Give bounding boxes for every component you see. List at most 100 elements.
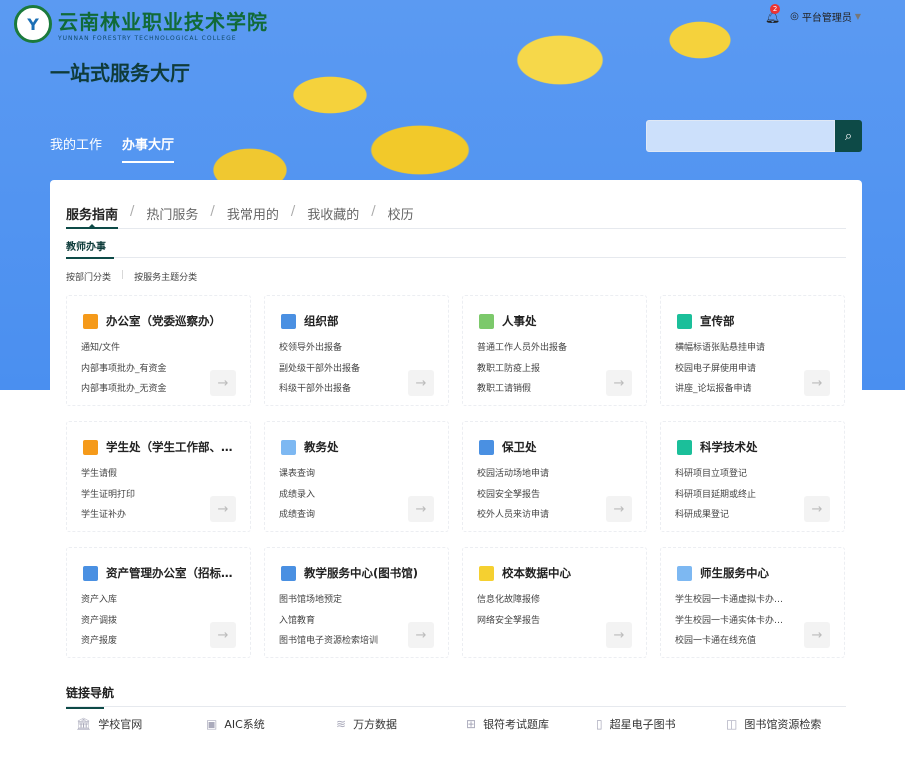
- service-link[interactable]: 图书馆电子资源检索培训: [279, 631, 394, 652]
- department-name[interactable]: 办公室（党委巡察办）: [106, 313, 221, 329]
- department-name[interactable]: 宣传部: [700, 313, 735, 329]
- department-name[interactable]: 组织部: [304, 313, 339, 329]
- department-card: 保卫处校园活动场地申请 校园安全孥报告 校外人员来访申请 →: [462, 421, 647, 532]
- service-link[interactable]: 资产调拨: [81, 611, 196, 632]
- more-arrow-button[interactable]: →: [606, 622, 632, 648]
- more-arrow-button[interactable]: →: [210, 496, 236, 522]
- service-link[interactable]: 信息化故障报修: [477, 590, 592, 611]
- monitor-icon: [83, 565, 98, 581]
- more-arrow-button[interactable]: →: [804, 622, 830, 648]
- chevron-down-icon: ▼: [854, 12, 861, 21]
- service-link[interactable]: 校园电子屏使用申请: [675, 359, 790, 380]
- service-link[interactable]: 讲座_论坛报备申请: [675, 379, 790, 400]
- department-name[interactable]: 校本数据中心: [502, 565, 571, 581]
- user-menu[interactable]: ◎ 平台管理员 ▼: [790, 9, 861, 24]
- service-link[interactable]: 校园一卡通在线充值: [675, 631, 790, 652]
- department-name[interactable]: 教学服务中心(图书馆): [304, 565, 418, 581]
- door-book-icon: ▯: [596, 717, 603, 731]
- service-link[interactable]: 成绩查询: [279, 505, 394, 526]
- service-link[interactable]: 资产入库: [81, 590, 196, 611]
- link-item[interactable]: ◫ 图书馆资源检索: [726, 716, 856, 732]
- more-arrow-button[interactable]: →: [408, 370, 434, 396]
- more-arrow-button[interactable]: →: [804, 496, 830, 522]
- link-item[interactable]: ⊞ 银符考试题库: [466, 716, 596, 732]
- link-label: 万方数据: [353, 718, 398, 731]
- department-name[interactable]: 人事处: [502, 313, 537, 329]
- tab-0[interactable]: 服务指南: [66, 204, 119, 229]
- service-link[interactable]: 普通工作人员外出报备: [477, 338, 592, 359]
- service-link[interactable]: 学生校园一卡通实体卡办…: [675, 611, 790, 632]
- service-link[interactable]: 学生校园一卡通虚拟卡办…: [675, 590, 790, 611]
- department-card: 校本数据中心信息化故障报修 网络安全孥报告 →: [462, 547, 647, 658]
- hr-monitor-icon: [479, 313, 494, 329]
- service-link[interactable]: 资产报废: [81, 631, 196, 652]
- department-name[interactable]: 保卫处: [502, 439, 537, 455]
- service-link[interactable]: 校外人员来访申请: [477, 505, 592, 526]
- service-link[interactable]: 校园安全孥报告: [477, 485, 592, 506]
- service-link[interactable]: 内部事项批办_有资金: [81, 359, 196, 380]
- service-link[interactable]: 科研成果登记: [675, 505, 790, 526]
- service-link[interactable]: 教职工防疫上报: [477, 359, 592, 380]
- department-name[interactable]: 师生服务中心: [700, 565, 769, 581]
- more-arrow-button[interactable]: →: [408, 496, 434, 522]
- school-name-en: YUNNAN FORESTRY TECHNOLOGICAL COLLEGE: [58, 35, 237, 42]
- service-link[interactable]: 科级干部外出报备: [279, 379, 394, 400]
- service-link[interactable]: 成绩录入: [279, 485, 394, 506]
- tab-1[interactable]: 热门服务: [146, 204, 198, 229]
- nav-service-hall[interactable]: 办事大厅: [122, 134, 175, 163]
- service-link[interactable]: 学生证补办: [81, 505, 196, 526]
- notification-bell-icon[interactable]: 🔔︎ 2: [765, 3, 781, 24]
- link-item[interactable]: ▯ 超星电子图书: [596, 716, 726, 732]
- nav-my-work[interactable]: 我的工作: [50, 134, 102, 163]
- arrow-right-icon: →: [415, 501, 427, 517]
- arrow-right-icon: →: [217, 501, 229, 517]
- service-link[interactable]: 副处级干部外出报备: [279, 359, 394, 380]
- classify-by-topic[interactable]: 按服务主题分类: [134, 270, 197, 283]
- service-link[interactable]: 横幅标语张贴悬挂申请: [675, 338, 790, 359]
- link-item[interactable]: ≋ 万方数据: [336, 716, 466, 732]
- more-arrow-button[interactable]: →: [804, 370, 830, 396]
- service-link[interactable]: 科研项目立项登记: [675, 464, 790, 485]
- service-link[interactable]: 通知/文件: [81, 338, 196, 359]
- more-arrow-button[interactable]: →: [210, 370, 236, 396]
- service-link[interactable]: 校园活动场地申请: [477, 464, 592, 485]
- service-link[interactable]: 图书馆场地预定: [279, 590, 394, 611]
- department-name[interactable]: 资产管理办公室（招标…: [106, 565, 233, 581]
- classify-by-department[interactable]: 按部门分类: [66, 270, 111, 283]
- tab-4[interactable]: 校历: [388, 204, 414, 229]
- department-card: 办公室（党委巡察办） 通知/文件 内部事项批办_有资金 内部事项批办_无资金 →: [66, 295, 251, 406]
- service-link[interactable]: 校领导外出报备: [279, 338, 394, 359]
- notification-badge: 2: [769, 3, 781, 14]
- department-name[interactable]: 学生处（学生工作部、…: [106, 439, 233, 455]
- link-item[interactable]: ▣ AIC系统: [206, 716, 336, 732]
- service-link[interactable]: 网络安全孥报告: [477, 611, 592, 632]
- service-link[interactable]: 入馆教育: [279, 611, 394, 632]
- department-card: 宣传部横幅标语张贴悬挂申请 校园电子屏使用申请 讲座_论坛报备申请 →: [660, 295, 845, 406]
- link-item[interactable]: 🏛 学校官网: [76, 716, 206, 732]
- clipboard-icon: [281, 313, 296, 329]
- service-link[interactable]: 教职工请销假: [477, 379, 592, 400]
- more-arrow-button[interactable]: →: [408, 622, 434, 648]
- tab-3[interactable]: 我收藏的: [307, 204, 359, 229]
- department-card: 科学技术处科研项目立项登记 科研项目延期或终止 科研成果登记 →: [660, 421, 845, 532]
- service-link[interactable]: 课表查询: [279, 464, 394, 485]
- department-name[interactable]: 科学技术处: [700, 439, 758, 455]
- subtab-teacher-affairs[interactable]: 教师办事: [66, 236, 114, 259]
- department-name[interactable]: 教务处: [304, 439, 339, 455]
- service-link[interactable]: 学生请假: [81, 464, 196, 485]
- search-input[interactable]: [646, 120, 835, 152]
- service-link[interactable]: 内部事项批办_无资金: [81, 379, 196, 400]
- service-link[interactable]: 科研项目延期或终止: [675, 485, 790, 506]
- more-arrow-button[interactable]: →: [606, 370, 632, 396]
- link-label: 超星电子图书: [609, 718, 676, 731]
- search-icon: ⌕: [844, 128, 853, 144]
- school-logo[interactable]: Y 云南林业职业技术学院 YUNNAN FORESTRY TECHNOLOGIC…: [14, 5, 268, 43]
- arrow-right-icon: →: [613, 627, 625, 643]
- service-link[interactable]: 学生证明打印: [81, 485, 196, 506]
- tab-2[interactable]: 我常用的: [227, 204, 279, 229]
- more-arrow-button[interactable]: →: [210, 622, 236, 648]
- bank-icon: 🏛: [76, 717, 92, 731]
- service-tabs: 服务指南 / 热门服务 / 我常用的 / 我收藏的 / 校历: [66, 204, 846, 229]
- more-arrow-button[interactable]: →: [606, 496, 632, 522]
- search-button[interactable]: ⌕: [835, 120, 862, 152]
